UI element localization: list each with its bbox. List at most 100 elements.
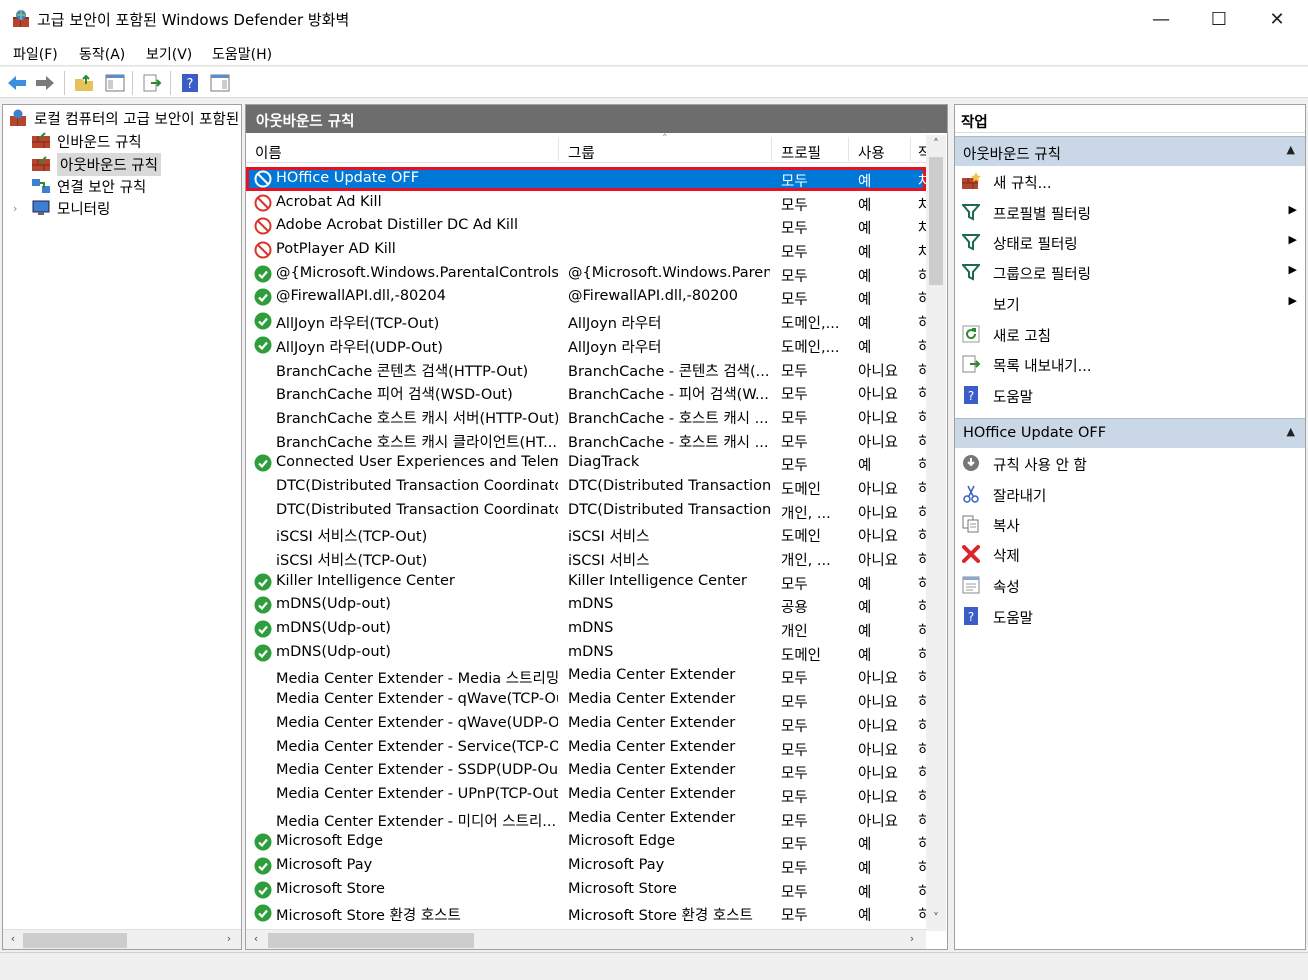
action-view[interactable]: 보기 ▶ bbox=[955, 289, 1305, 317]
tree-item-connection-security-rules[interactable]: 연결 보안 규칙 bbox=[31, 175, 146, 197]
column-header-group[interactable]: 그룹 bbox=[568, 142, 595, 163]
back-arrow-icon[interactable] bbox=[6, 72, 28, 94]
table-row[interactable]: @FirewallAPI.dll,-80204 @FirewallAPI.dll,… bbox=[246, 285, 928, 309]
minimize-button[interactable]: — bbox=[1132, 0, 1190, 38]
scroll-down-icon[interactable]: ˅ bbox=[926, 911, 946, 925]
action-help[interactable]: ? 도움말 bbox=[955, 381, 1305, 409]
table-row[interactable]: mDNS(Udp-out)mDNS공용예허 bbox=[246, 593, 928, 617]
table-row[interactable]: mDNS(Udp-out)mDNS개인예허 bbox=[246, 617, 928, 641]
rules-vertical-scrollbar[interactable]: ˄ ˅ bbox=[926, 135, 946, 931]
table-row[interactable]: AllJoyn 라우터(UDP-Out)AllJoyn 라우터도메인,...예허 bbox=[246, 333, 928, 357]
table-row[interactable]: Media Center Extender - qWave(UDP-Out) Me… bbox=[246, 712, 928, 736]
rule-group: mDNS bbox=[568, 643, 614, 660]
table-row[interactable]: DTC(Distributed Transaction Coordinator)… bbox=[246, 475, 928, 499]
action-new-rule[interactable]: 새 규칙... bbox=[955, 167, 1305, 195]
table-row[interactable]: iSCSI 서비스(TCP-Out)iSCSI 서비스도메인아니요허 bbox=[246, 522, 928, 546]
table-row[interactable]: Media Center Extender - 미디어 스트리... Media … bbox=[246, 807, 928, 831]
table-row[interactable]: Media Center Extender - qWave(TCP-Out) Me… bbox=[246, 688, 928, 712]
menu-help[interactable]: 도움말(H) bbox=[212, 44, 272, 64]
table-row[interactable]: Killer Intelligence Center Killer Intelli… bbox=[246, 570, 928, 594]
rule-name: HOffice Update OFF bbox=[276, 170, 420, 186]
forward-arrow-icon[interactable] bbox=[34, 72, 56, 94]
actions-section-outbound-rules[interactable]: 아웃바운드 규칙 ▲ bbox=[955, 136, 1305, 166]
tree-horizontal-scrollbar[interactable]: ‹ › bbox=[3, 929, 241, 949]
collapse-icon[interactable]: ▲ bbox=[1287, 143, 1295, 156]
action-properties[interactable]: 속성 bbox=[955, 571, 1305, 599]
tree-item-inbound-rules[interactable]: 인바운드 규칙 bbox=[31, 130, 142, 152]
menu-action[interactable]: 동작(A) bbox=[79, 44, 125, 64]
column-header-name[interactable]: 이름 bbox=[255, 142, 282, 163]
chevron-right-icon[interactable]: › bbox=[13, 202, 17, 215]
table-row[interactable]: Adobe Acrobat Distiller DC Ad Kill모두예차 bbox=[246, 214, 928, 238]
table-row[interactable]: AllJoyn 라우터(TCP-Out)AllJoyn 라우터도메인,...예허 bbox=[246, 309, 928, 333]
table-row[interactable]: Microsoft Store 환경 호스트 Microsoft Store 환경… bbox=[246, 901, 928, 925]
scroll-up-icon[interactable]: ˄ bbox=[926, 137, 946, 151]
scroll-right-icon[interactable]: › bbox=[221, 932, 237, 945]
rule-enabled: 예 bbox=[858, 624, 872, 641]
action-help[interactable]: ? 도움말 bbox=[955, 602, 1305, 630]
action-disable-rule[interactable]: 규칙 사용 안 함 bbox=[955, 449, 1305, 477]
table-row[interactable]: Media Center Extender - Media 스트리밍... Med… bbox=[246, 664, 928, 688]
column-divider[interactable] bbox=[848, 137, 849, 161]
actions-section-selected-rule[interactable]: HOffice Update OFF ▲ bbox=[955, 418, 1305, 448]
table-row[interactable]: BranchCache 호스트 캐시 클라이언트(HT... BranchCach… bbox=[246, 428, 928, 452]
table-row[interactable]: Microsoft PayMicrosoft Pay모두예허 bbox=[246, 854, 928, 878]
action-export-list[interactable]: 목록 내보내기... bbox=[955, 350, 1305, 378]
action-cut[interactable]: 잘라내기 bbox=[955, 480, 1305, 508]
table-row[interactable]: iSCSI 서비스(TCP-Out)iSCSI 서비스개인, ...아니요허 bbox=[246, 546, 928, 570]
table-row-selected[interactable]: HOffice Update OFF모두예차 bbox=[246, 167, 928, 191]
maximize-button[interactable]: ☐ bbox=[1190, 0, 1248, 38]
menu-view[interactable]: 보기(V) bbox=[146, 44, 192, 64]
help-icon[interactable]: ? bbox=[179, 72, 201, 94]
tree-root[interactable]: 로컬 컴퓨터의 고급 보안이 포함된 Windows Defender 방화벽 bbox=[8, 107, 241, 129]
table-row[interactable]: Acrobat Ad Kill모두예차 bbox=[246, 191, 928, 215]
column-header-action[interactable]: 작 bbox=[918, 142, 926, 163]
column-header-profile[interactable]: 프로필 bbox=[781, 142, 821, 163]
table-row[interactable]: PotPlayer AD Kill모두예차 bbox=[246, 238, 928, 262]
show-hide-action-pane-icon[interactable] bbox=[209, 72, 231, 94]
scroll-left-icon[interactable]: ‹ bbox=[5, 932, 21, 945]
table-row[interactable]: Microsoft StoreMicrosoft Store모두예허 bbox=[246, 878, 928, 902]
table-row[interactable]: mDNS(Udp-out)mDNS도메인예허 bbox=[246, 641, 928, 665]
table-row[interactable]: BranchCache 피어 검색(WSD-Out) BranchCache - … bbox=[246, 380, 928, 404]
collapse-icon[interactable]: ▲ bbox=[1287, 425, 1295, 438]
scrollbar-thumb[interactable] bbox=[268, 933, 474, 948]
rules-list: HOffice Update OFF모두예차Acrobat Ad Kill모두예… bbox=[246, 167, 928, 925]
action-delete[interactable]: 삭제 bbox=[955, 540, 1305, 568]
menu-file[interactable]: 파일(F) bbox=[13, 44, 58, 64]
action-filter-by-group[interactable]: 그룹으로 필터링 ▶ bbox=[955, 258, 1305, 286]
column-divider[interactable] bbox=[910, 137, 911, 161]
rule-enabled: 아니요 bbox=[858, 410, 899, 427]
tree-item-outbound-rules[interactable]: 아웃바운드 규칙 bbox=[31, 152, 161, 176]
table-row[interactable]: Connected User Experiences and Telemetry… bbox=[246, 451, 928, 475]
action-filter-by-state[interactable]: 상태로 필터링 ▶ bbox=[955, 228, 1305, 256]
table-row[interactable]: DTC(Distributed Transaction Coordinator)… bbox=[246, 499, 928, 523]
rule-profile: 모두 bbox=[781, 197, 808, 214]
up-folder-icon[interactable] bbox=[73, 72, 95, 94]
scrollbar-thumb[interactable] bbox=[23, 933, 127, 948]
table-row[interactable]: Media Center Extender - SSDP(UDP-Out) Med… bbox=[246, 759, 928, 783]
table-row[interactable]: Media Center Extender - UPnP(TCP-Out) Med… bbox=[246, 783, 928, 807]
action-copy[interactable]: 복사 bbox=[955, 510, 1305, 538]
help-icon: ? bbox=[961, 606, 981, 626]
table-row[interactable]: Media Center Extender - Service(TCP-Out)… bbox=[246, 736, 928, 760]
table-row[interactable]: BranchCache 호스트 캐시 서버(HTTP-Out) BranchCac… bbox=[246, 404, 928, 428]
column-divider[interactable] bbox=[558, 137, 559, 161]
rule-profile: 모두 bbox=[781, 576, 808, 593]
scroll-right-icon[interactable]: › bbox=[904, 932, 920, 945]
show-hide-tree-icon[interactable] bbox=[104, 72, 126, 94]
action-filter-by-profile[interactable]: 프로필별 필터링 ▶ bbox=[955, 198, 1305, 226]
rule-profile: 모두 bbox=[781, 860, 808, 877]
table-row[interactable]: Microsoft EdgeMicrosoft Edge모두예허 bbox=[246, 830, 928, 854]
scrollbar-thumb[interactable] bbox=[929, 157, 943, 285]
table-row[interactable]: BranchCache 콘텐츠 검색(HTTP-Out) BranchCache … bbox=[246, 357, 928, 381]
scroll-left-icon[interactable]: ‹ bbox=[248, 932, 264, 945]
column-divider[interactable] bbox=[771, 137, 772, 161]
rules-horizontal-scrollbar[interactable]: ‹ › bbox=[246, 929, 926, 949]
tree-item-monitoring[interactable]: 모니터링 bbox=[31, 197, 110, 219]
close-button[interactable]: ✕ bbox=[1248, 0, 1306, 38]
export-list-icon[interactable] bbox=[141, 72, 163, 94]
action-refresh[interactable]: 새로 고침 bbox=[955, 320, 1305, 348]
column-header-enabled[interactable]: 사용 bbox=[858, 142, 885, 163]
table-row[interactable]: @{Microsoft.Windows.ParentalControls_1..… bbox=[246, 262, 928, 286]
